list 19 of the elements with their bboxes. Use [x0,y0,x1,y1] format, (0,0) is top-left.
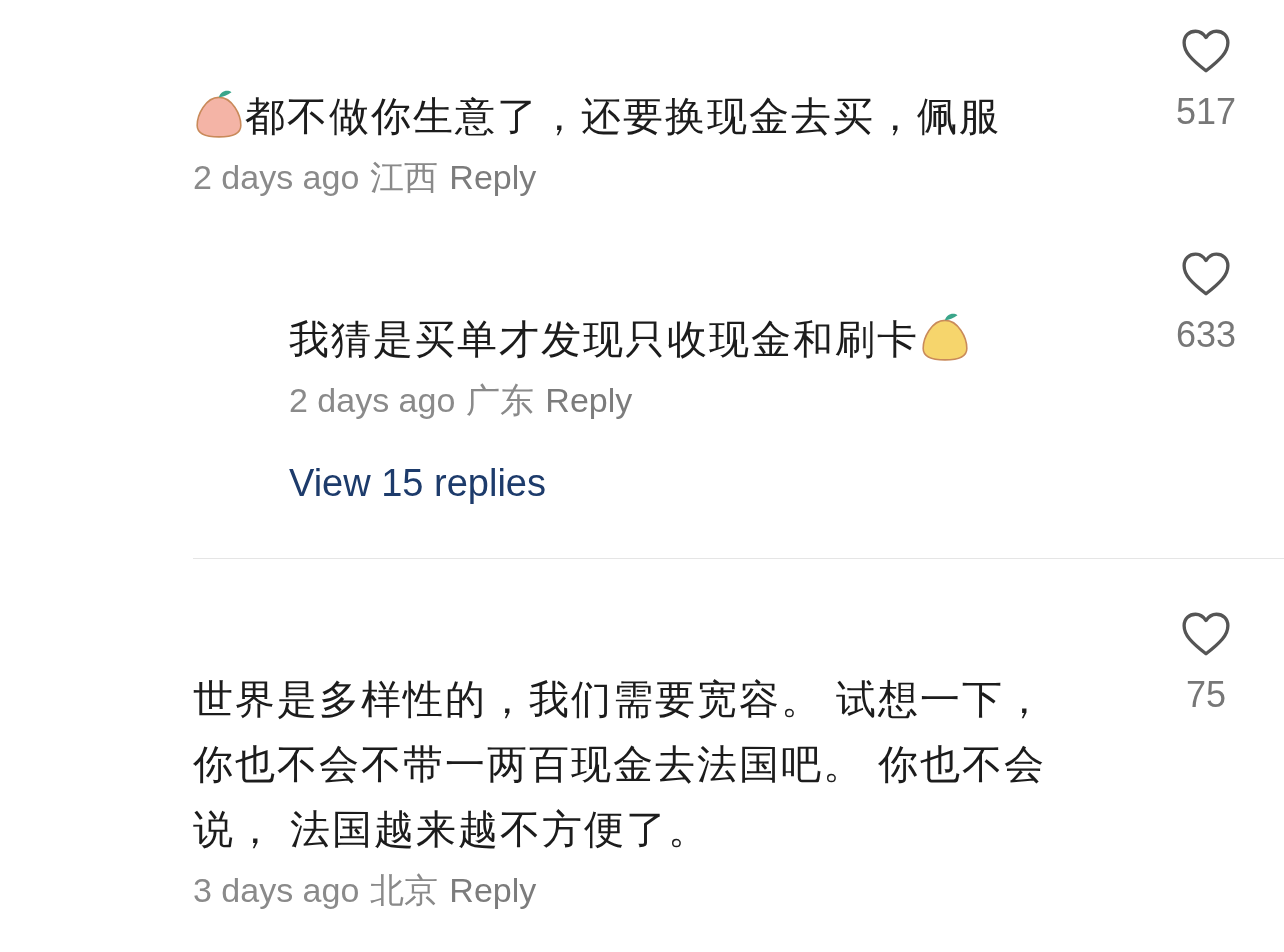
comment-time: 2 days ago [193,157,360,198]
like-count: 75 [1185,675,1226,715]
reply-link[interactable]: Reply [449,868,537,912]
comment-location: 广东 [466,380,535,421]
like-count: 517 [1175,92,1237,132]
comment-location: 北京 [370,870,439,911]
reply-link[interactable]: Reply [545,378,633,422]
comment-time: 3 days ago [193,870,360,911]
comment-text: 世界是多样性的，我们需要宽容。 试想一下，你也不会不带一两百现金去法国吧。 你也不会说， 法国越来越不方便了。 [193,676,1048,853]
comment-text: 我猜是买单才发现只收现金和刷卡 [289,307,1151,372]
heart-icon[interactable] [1181,251,1231,297]
heart-icon[interactable] [1181,28,1231,74]
reply-link[interactable]: Reply [449,155,537,199]
comment-location: 江西 [370,157,439,198]
comment-text: 都不做你生意了，还要换现金去买，佩服 [193,84,1073,149]
comment-time: 2 days ago [289,380,456,421]
heart-icon[interactable] [1181,611,1231,657]
view-replies-link[interactable]: View 15 replies [289,460,546,506]
like-count: 633 [1175,315,1237,355]
